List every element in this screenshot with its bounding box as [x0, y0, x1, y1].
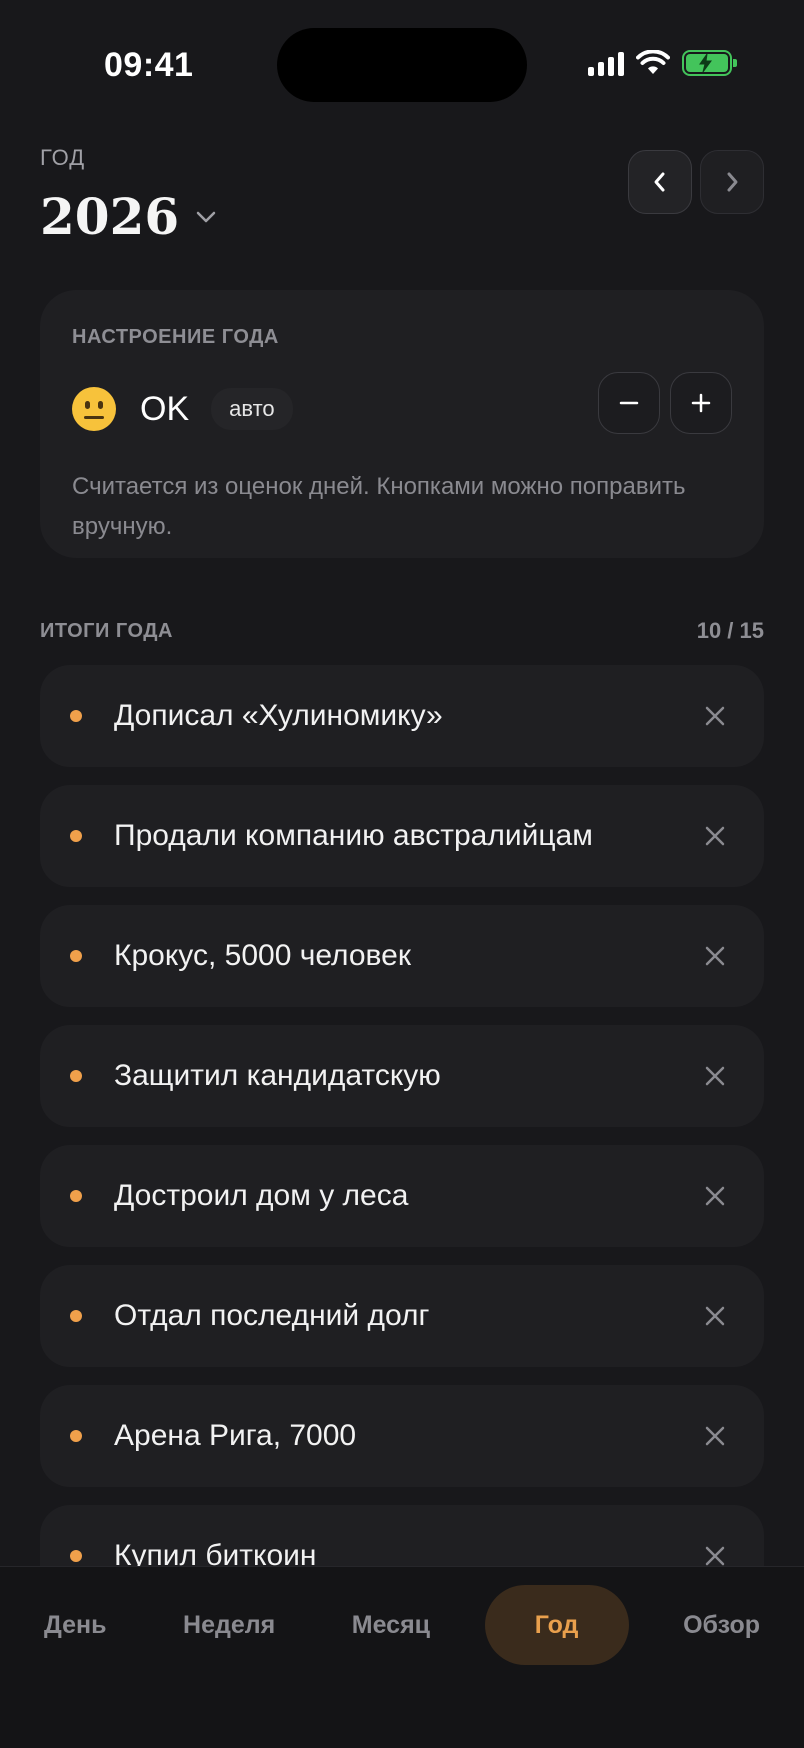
mood-decrease-button[interactable]: [598, 372, 660, 434]
bullet-dot-icon: [70, 710, 82, 722]
cellular-signal-icon: [588, 50, 624, 76]
mood-label: OK: [140, 389, 190, 428]
year-selector[interactable]: 2026: [40, 187, 217, 246]
previous-year-button[interactable]: [628, 150, 692, 214]
bullet-dot-icon: [70, 1070, 82, 1082]
close-icon[interactable]: [700, 1061, 730, 1091]
mood-caption: НАСТРОЕНИЕ ГОДА: [72, 326, 279, 348]
mood-increase-button[interactable]: [670, 372, 732, 434]
tab-year[interactable]: Год: [484, 1585, 629, 1665]
result-item[interactable]: Достроил дом у леса: [40, 1145, 764, 1247]
battery-charging-icon: [682, 50, 737, 76]
results-title: ИТОГИ ГОДА: [40, 619, 173, 642]
close-icon[interactable]: [700, 701, 730, 731]
result-text: Дописал «Хулиномику»: [114, 699, 443, 732]
year-value: 2026: [40, 187, 180, 246]
chevron-down-icon: [196, 211, 216, 222]
neutral-face-icon: [72, 387, 116, 431]
close-icon[interactable]: [700, 1421, 730, 1451]
result-text: Защитил кандидатскую: [114, 1059, 441, 1092]
result-text: Продали компанию австралийцам: [114, 819, 593, 852]
result-item[interactable]: Защитил кандидатскую: [40, 1025, 764, 1127]
mood-adjust-buttons: [598, 372, 732, 434]
close-icon[interactable]: [700, 1301, 730, 1331]
mood-hint: Считается из оценок дней. Кнопками можно…: [72, 473, 686, 540]
result-item[interactable]: Отдал последний долг: [40, 1265, 764, 1367]
year-header: ГОД 2026: [40, 145, 217, 246]
year-mood-card: НАСТРОЕНИЕ ГОДА OK авто Считается из оце…: [40, 290, 764, 558]
plus-icon: [691, 393, 711, 413]
year-navigation: [628, 150, 764, 214]
result-text: Арена Рига, 7000: [114, 1419, 357, 1452]
status-bar: 09:41: [0, 0, 804, 130]
next-year-button[interactable]: [700, 150, 764, 214]
result-text: Отдал последний долг: [114, 1299, 430, 1332]
chevron-right-icon: [727, 172, 738, 192]
bullet-dot-icon: [70, 830, 82, 842]
result-item[interactable]: Дописал «Хулиномику»: [40, 665, 764, 767]
bullet-dot-icon: [70, 1430, 82, 1442]
year-caption: ГОД: [40, 145, 86, 170]
result-text: Крокус, 5000 человек: [114, 939, 411, 972]
dynamic-island: [277, 28, 527, 102]
wifi-icon: [636, 50, 670, 74]
year-screen: 09:41 ГОД 2026 НАСТРОЕНИЕ ГОДА OK авто С…: [0, 0, 804, 1748]
status-time: 09:41: [104, 46, 194, 84]
bullet-dot-icon: [70, 1190, 82, 1202]
bullet-dot-icon: [70, 950, 82, 962]
results-header: ИТОГИ ГОДА 10 / 15: [40, 618, 764, 644]
tab-week[interactable]: Неделя: [161, 1585, 297, 1665]
close-icon[interactable]: [700, 821, 730, 851]
chevron-left-icon: [654, 172, 665, 192]
close-icon[interactable]: [700, 941, 730, 971]
result-item[interactable]: Арена Рига, 7000: [40, 1385, 764, 1487]
tabs: День Неделя Месяц Год Обзор: [22, 1585, 782, 1665]
results-count: 10 / 15: [696, 618, 764, 643]
close-icon[interactable]: [700, 1181, 730, 1211]
bullet-dot-icon: [70, 1550, 82, 1562]
minus-icon: [619, 401, 639, 405]
result-item[interactable]: Продали компанию австралийцам: [40, 785, 764, 887]
status-icons: [588, 50, 737, 76]
auto-badge: авто: [211, 388, 293, 430]
tab-month[interactable]: Месяц: [330, 1585, 452, 1665]
bullet-dot-icon: [70, 1310, 82, 1322]
results-list: Дописал «Хулиномику» Продали компанию ав…: [40, 665, 764, 1625]
result-item[interactable]: Крокус, 5000 человек: [40, 905, 764, 1007]
tab-day[interactable]: День: [22, 1585, 129, 1665]
tab-overview[interactable]: Обзор: [661, 1585, 782, 1665]
result-text: Достроил дом у леса: [114, 1179, 409, 1212]
bottom-tab-bar: День Неделя Месяц Год Обзор: [0, 1566, 804, 1748]
